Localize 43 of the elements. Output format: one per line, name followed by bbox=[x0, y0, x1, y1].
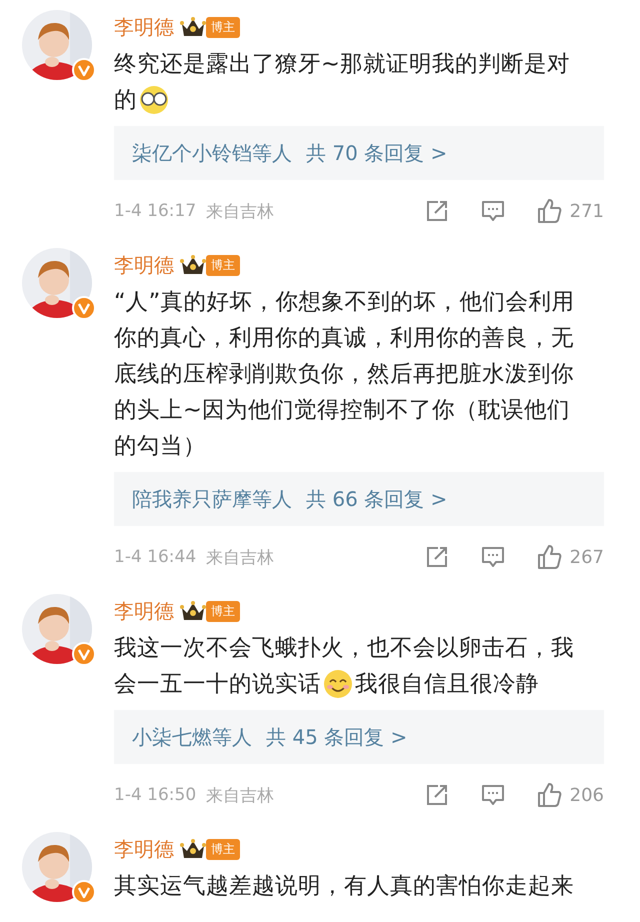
author-badge: 博主 bbox=[206, 838, 240, 860]
location: 来自吉林 bbox=[206, 784, 274, 806]
comment-text: 的头上~因为他们觉得控制不了你（耽误他们 bbox=[114, 396, 570, 425]
crown-icon bbox=[180, 16, 206, 38]
crown-icon bbox=[180, 600, 206, 622]
comment-text: “人”真的好坏，你想象不到的坏，他们会利用 bbox=[114, 288, 574, 317]
author-badge: 博主 bbox=[206, 600, 240, 622]
username[interactable]: 李明德 bbox=[114, 836, 174, 862]
thumbs-up-icon[interactable] bbox=[536, 782, 562, 808]
replies-link[interactable]: 小柒七燃等人 共 45 条回复 > bbox=[114, 710, 604, 764]
timestamp: 1-4 16:17 bbox=[114, 201, 196, 221]
comment-text: 我这一次不会飞蛾扑火，也不会以卵击石，我 bbox=[114, 634, 574, 663]
comment-text: 其实运气越差越说明，有人真的害怕你走起来 bbox=[114, 872, 574, 901]
crown-icon bbox=[180, 838, 206, 860]
comment-text: 终究还是露出了獠牙~那就证明我的判断是对 bbox=[114, 50, 570, 79]
comment-text: 底线的压榨剥削欺负你，然后再把脏水泼到你 bbox=[114, 360, 574, 389]
username[interactable]: 李明德 bbox=[114, 252, 174, 278]
location: 来自吉林 bbox=[206, 200, 274, 222]
replies-link[interactable]: 柒亿个小铃铛等人 共 70 条回复 > bbox=[114, 126, 604, 180]
author-badge: 博主 bbox=[206, 16, 240, 38]
comment-icon[interactable] bbox=[480, 782, 506, 808]
timestamp: 1-4 16:44 bbox=[114, 547, 196, 567]
username[interactable]: 李明德 bbox=[114, 14, 174, 40]
comment-icon[interactable] bbox=[480, 198, 506, 224]
author-badge: 博主 bbox=[206, 254, 240, 276]
location: 来自吉林 bbox=[206, 546, 274, 568]
comment-text: 你的真心，利用你的真诚，利用你的善良，无 bbox=[114, 324, 574, 353]
thumbs-up-icon[interactable] bbox=[536, 198, 562, 224]
like-count: 206 bbox=[570, 784, 604, 806]
comment-text: 的 bbox=[114, 86, 137, 115]
like-count: 271 bbox=[570, 200, 604, 222]
comment-text: 的勾当） bbox=[114, 432, 206, 461]
username[interactable]: 李明德 bbox=[114, 598, 174, 624]
comment-icon[interactable] bbox=[480, 544, 506, 570]
crown-icon bbox=[180, 254, 206, 276]
glasses-emoji-icon bbox=[139, 85, 169, 115]
replies-link[interactable]: 陪我养只萨摩等人 共 66 条回复 > bbox=[114, 472, 604, 526]
thumbs-up-icon[interactable] bbox=[536, 544, 562, 570]
smiling-emoji-icon bbox=[323, 669, 353, 699]
comment-text: 会一五一十的说实话 bbox=[114, 670, 321, 699]
like-count: 267 bbox=[570, 546, 604, 568]
comment-text: 我很自信且很冷静 bbox=[355, 670, 539, 699]
timestamp: 1-4 16:50 bbox=[114, 785, 196, 805]
